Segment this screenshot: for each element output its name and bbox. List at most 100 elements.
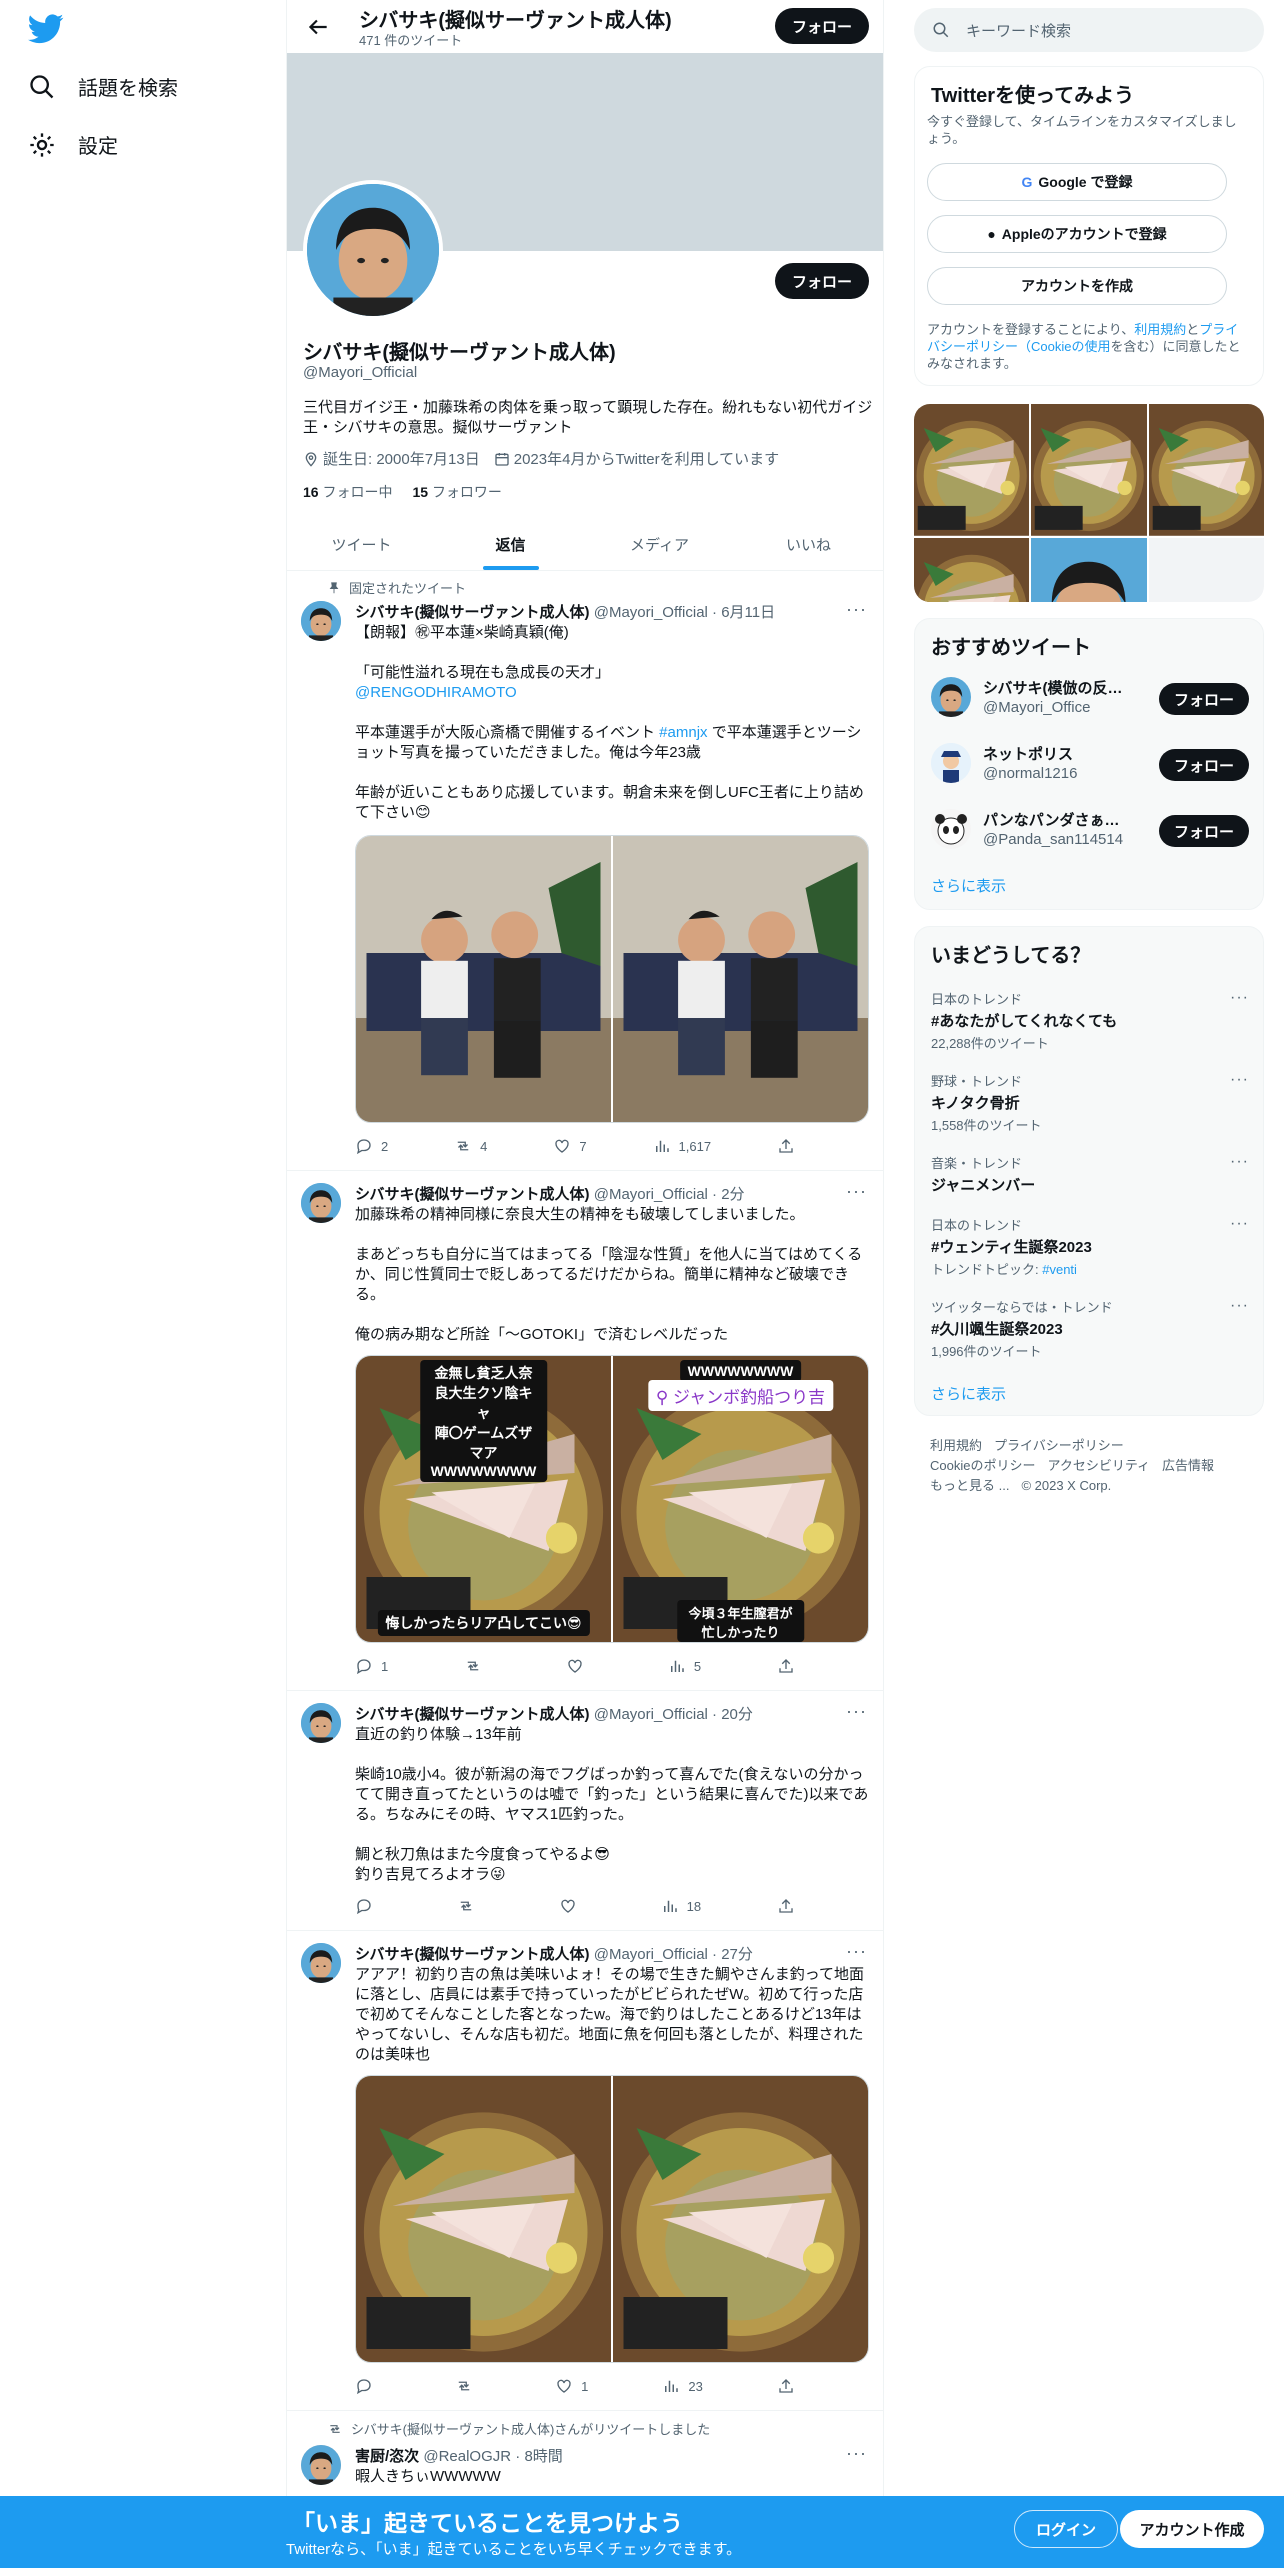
avatar[interactable] — [931, 743, 971, 783]
reply-button[interactable]: 1 — [355, 1657, 388, 1675]
avatar[interactable] — [301, 601, 341, 641]
apple-signup-button[interactable]: ● Appleのアカウントで登録 — [927, 215, 1227, 253]
like-button[interactable] — [559, 1897, 585, 1915]
tweet-time[interactable]: 8時間 — [524, 2448, 562, 2465]
media-thumb[interactable] — [1031, 404, 1146, 536]
reply-button[interactable]: 2 — [355, 1137, 388, 1155]
trend-item[interactable]: 日本のトレンド #ウェンティ生誕祭2023 トレンドトピック: #venti ·… — [931, 1215, 1249, 1278]
retweet-button[interactable] — [464, 1657, 490, 1675]
share-button[interactable] — [777, 1137, 795, 1155]
tweet-media[interactable] — [355, 835, 869, 1123]
trend-item[interactable]: 野球・トレンド キノタク骨折 1,558件のツイート ··· — [931, 1071, 1249, 1134]
tweet-card[interactable]: シバサキ(擬似サーヴァント成人体) @Mayori_Official · 2分 … — [287, 1171, 883, 1691]
retweet-button[interactable] — [457, 1897, 483, 1915]
tweet-time[interactable]: 27分 — [721, 1946, 753, 1963]
recommended-user[interactable]: パンなパンダさぁーん @Panda_san114514 フォロー — [931, 801, 1249, 857]
media-thumb[interactable] — [1149, 404, 1264, 536]
avatar[interactable] — [931, 677, 971, 717]
author-name[interactable]: 害厨/恣次 — [355, 2448, 419, 2465]
more-icon[interactable]: ··· — [1230, 1297, 1249, 1315]
more-icon[interactable]: ··· — [1230, 1215, 1249, 1233]
tab-media[interactable]: メディア — [585, 518, 734, 570]
footer-more-link[interactable]: もっと見る ... — [930, 1478, 1009, 1493]
retweet-button[interactable]: 4 — [454, 1137, 487, 1155]
follow-button[interactable]: フォロー — [775, 263, 869, 299]
views-button[interactable]: 1,617 — [653, 1137, 711, 1155]
like-button[interactable] — [566, 1657, 592, 1675]
recommended-user[interactable]: ネットポリス @normal1216 フォロー — [931, 735, 1249, 791]
show-more-link[interactable]: さらに表示 — [931, 1383, 1006, 1404]
footer-link[interactable]: 利用規約 — [930, 1438, 982, 1453]
tweet-card[interactable]: シバサキ(擬似サーヴァント成人体) @Mayori_Official · 27分… — [287, 1931, 883, 2411]
views-button[interactable]: 18 — [661, 1897, 701, 1915]
nav-settings[interactable]: 設定 — [28, 130, 118, 159]
photo[interactable] — [613, 836, 868, 1122]
avatar[interactable] — [301, 1943, 341, 1983]
author-name[interactable]: シバサキ(擬似サーヴァント成人体) — [355, 1706, 590, 1723]
more-icon[interactable]: ··· — [1230, 989, 1249, 1007]
tweet-card[interactable]: シバサキ(擬似サーヴァント成人体) @Mayori_Official · 6月1… — [287, 571, 883, 1171]
footer-link[interactable]: アクセシビリティ — [1047, 1458, 1150, 1473]
following-link[interactable]: 16 フォロー中 — [303, 482, 392, 502]
retweet-label[interactable]: シバサキ(擬似サーヴァント成人体)さんがリツイートしました — [351, 2419, 710, 2438]
like-button[interactable]: 7 — [553, 1137, 587, 1155]
avatar[interactable] — [931, 809, 971, 849]
more-icon[interactable]: ··· — [846, 1941, 867, 1962]
nav-explore[interactable]: 話題を検索 — [28, 72, 178, 101]
more-icon[interactable]: ··· — [1230, 1071, 1249, 1089]
recommended-user[interactable]: シバサキ(模倣の反英... @Mayori_Office フォロー — [931, 669, 1249, 725]
share-button[interactable] — [777, 1897, 795, 1915]
more-icon[interactable]: ··· — [846, 599, 867, 620]
reply-button[interactable] — [355, 1897, 381, 1915]
profile-avatar[interactable] — [303, 180, 443, 320]
author-name[interactable]: シバサキ(擬似サーヴァント成人体) — [355, 604, 590, 621]
login-button[interactable]: ログイン — [1014, 2510, 1118, 2548]
hashtag-link[interactable]: #amnjx — [659, 724, 707, 741]
avatar[interactable] — [301, 1183, 341, 1223]
footer-link[interactable]: プライバシーポリシー — [994, 1438, 1124, 1453]
footer-link[interactable]: 広告情報 — [1162, 1458, 1214, 1473]
like-button[interactable]: 1 — [555, 2377, 588, 2395]
tweet-time[interactable]: 20分 — [721, 1706, 753, 1723]
follow-button[interactable]: フォロー — [1159, 815, 1249, 847]
media-thumb[interactable] — [914, 538, 1029, 602]
photo[interactable] — [356, 836, 611, 1122]
tweet-media[interactable]: 金無し貧乏人奈良大生クソ陰キャ 陣〇ゲームズザマア WWWWWWWW 悔しかった… — [355, 1355, 869, 1643]
back-arrow-icon[interactable] — [305, 14, 331, 40]
media-thumb[interactable] — [1148, 537, 1264, 602]
tweet-media[interactable] — [355, 2075, 869, 2363]
author-name[interactable]: シバサキ(擬似サーヴァント成人体) — [355, 1186, 590, 1203]
author-name[interactable]: シバサキ(擬似サーヴァント成人体) — [355, 1946, 590, 1963]
more-icon[interactable]: ··· — [846, 2443, 867, 2464]
follow-button[interactable]: フォロー — [1159, 749, 1249, 781]
trend-topic-link[interactable]: #venti — [1042, 1262, 1077, 1277]
more-icon[interactable]: ··· — [1230, 1153, 1249, 1171]
trend-item[interactable]: 日本のトレンド #あなたがしてくれなくても 22,288件のツイート ··· — [931, 989, 1249, 1052]
views-button[interactable]: 5 — [668, 1657, 701, 1675]
tweet-card[interactable]: シバサキ(擬似サーヴァント成人体) @Mayori_Official · 20分… — [287, 1691, 883, 1931]
tab-likes[interactable]: いいね — [734, 518, 883, 570]
google-signup-button[interactable]: G Google で登録 — [927, 163, 1227, 201]
tweet-time[interactable]: 6月11日 — [721, 604, 775, 621]
avatar[interactable] — [301, 1703, 341, 1743]
retweet-button[interactable] — [455, 2377, 481, 2395]
reply-button[interactable] — [355, 2377, 381, 2395]
signup-button[interactable]: アカウント作成 — [1120, 2510, 1264, 2548]
avatar[interactable] — [301, 2445, 341, 2485]
trend-item[interactable]: ツイッターならでは・トレンド #久川颯生誕祭2023 1,996件のツイート ·… — [931, 1297, 1249, 1360]
media-thumb[interactable] — [914, 404, 1029, 536]
photo[interactable]: 金無し貧乏人奈良大生クソ陰キャ 陣〇ゲームズザマア WWWWWWWW 悔しかった… — [356, 1356, 611, 1642]
mention-link[interactable]: @RENGODHIRAMOTO — [355, 684, 517, 701]
show-more-link[interactable]: さらに表示 — [931, 875, 1006, 896]
photo[interactable] — [613, 2076, 868, 2362]
share-button[interactable] — [777, 2377, 795, 2395]
search-input[interactable]: キーワード検索 — [914, 8, 1264, 52]
followers-link[interactable]: 15 フォロワー — [412, 482, 501, 502]
share-button[interactable] — [777, 1657, 795, 1675]
follow-button-header[interactable]: フォロー — [775, 8, 869, 44]
footer-link[interactable]: Cookieのポリシー — [930, 1458, 1035, 1473]
create-account-button[interactable]: アカウントを作成 — [927, 267, 1227, 305]
tab-replies[interactable]: 返信 — [436, 518, 585, 570]
trend-item[interactable]: 音楽・トレンド ジャニメンバー ··· — [931, 1153, 1249, 1195]
terms-link[interactable]: 利用規約 — [1134, 322, 1186, 337]
